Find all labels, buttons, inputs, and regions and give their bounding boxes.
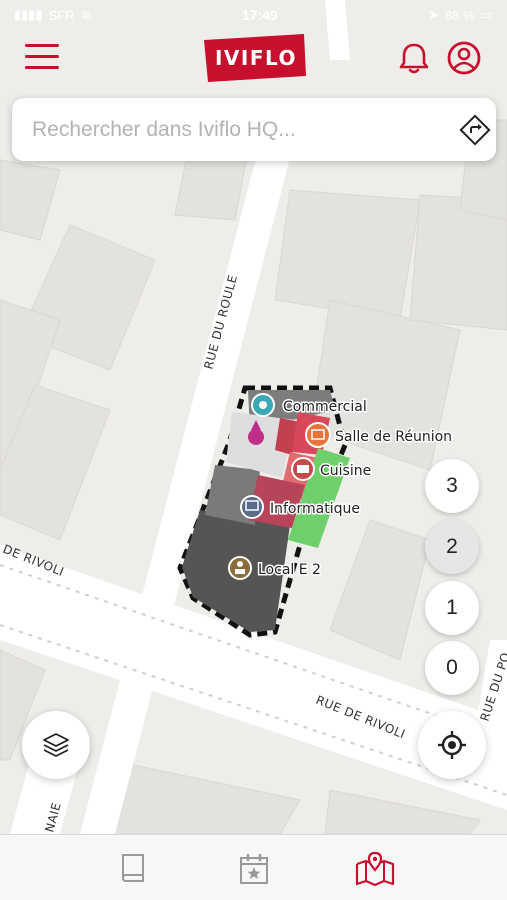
crosshair-locate-icon xyxy=(438,731,466,759)
floor-button-2[interactable]: 2 xyxy=(425,520,479,574)
room-label-local-e2[interactable]: Local E 2 xyxy=(257,561,323,580)
location-arrow-icon: ➤ xyxy=(428,7,440,22)
book-icon xyxy=(122,854,144,882)
room-label-kitchen[interactable]: Cuisine xyxy=(319,462,373,481)
status-time: 17:49 xyxy=(241,7,278,23)
search-bar xyxy=(12,98,496,161)
floor-button-1[interactable]: 1 xyxy=(425,581,479,635)
map-pin-icon xyxy=(355,851,395,887)
signal-icon: ▮▮▮▮ xyxy=(14,7,43,22)
status-bar: ▮▮▮▮ SFR ≋ 17:49 ➤ 88 % ▭ xyxy=(0,0,507,30)
carrier-label: SFR xyxy=(48,7,75,23)
layers-icon xyxy=(43,733,69,757)
battery-icon: ▭ xyxy=(480,7,493,22)
floor-button-3[interactable]: 3 xyxy=(425,459,479,513)
app-header: IVIFLO xyxy=(0,28,507,90)
tab-map[interactable] xyxy=(353,849,397,889)
room-label-it[interactable]: Informatique xyxy=(269,500,362,519)
room-label-meeting[interactable]: Salle de Réunion xyxy=(334,428,454,447)
tab-events[interactable] xyxy=(232,849,276,889)
room-label-commercial[interactable]: Commercial xyxy=(282,398,369,417)
search-input[interactable] xyxy=(32,112,442,148)
bottom-tab-bar xyxy=(0,834,507,900)
layers-button[interactable] xyxy=(22,711,90,779)
directions-icon[interactable] xyxy=(458,113,492,147)
floor-button-0[interactable]: 0 xyxy=(425,641,479,695)
tab-guide[interactable] xyxy=(111,849,155,889)
iviflo-logo: IVIFLO xyxy=(204,34,306,82)
bell-icon[interactable] xyxy=(396,40,432,76)
svg-text:IVIFLO: IVIFLO xyxy=(215,46,297,70)
hamburger-menu-icon[interactable] xyxy=(25,44,59,72)
locate-button[interactable] xyxy=(418,711,486,779)
calendar-star-icon xyxy=(240,854,268,884)
wifi-icon: ≋ xyxy=(80,7,92,22)
battery-percent: 88 % xyxy=(445,7,475,23)
user-circle-icon[interactable] xyxy=(446,40,482,76)
